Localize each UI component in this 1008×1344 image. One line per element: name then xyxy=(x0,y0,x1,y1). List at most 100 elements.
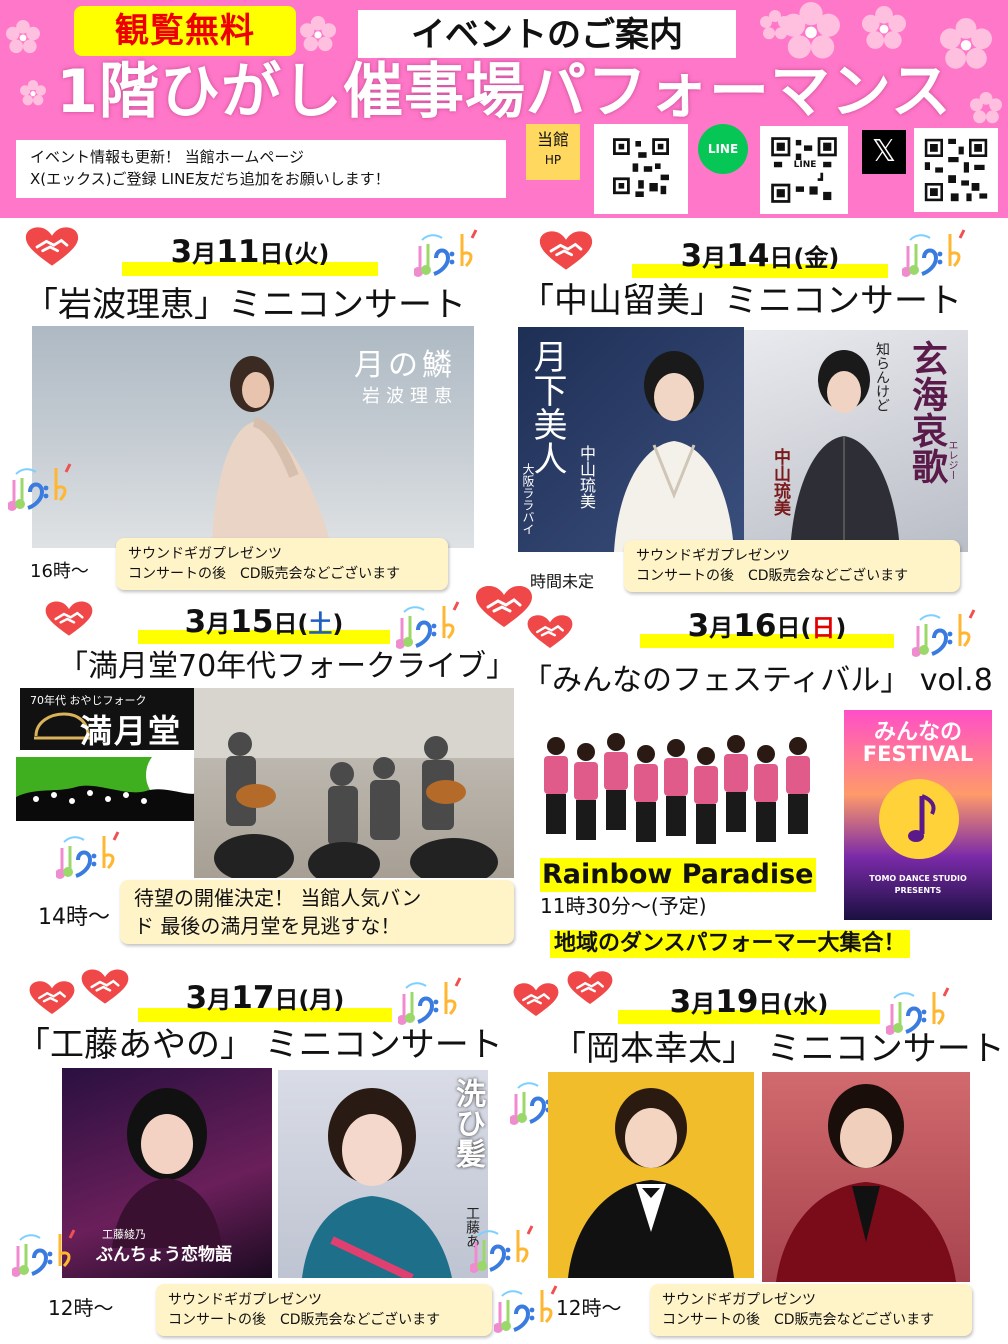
group-name: Rainbow Paradise xyxy=(540,858,816,892)
band-performers-illustration xyxy=(194,688,514,878)
event-time: 11時30分～(予定) xyxy=(540,894,707,918)
cover-artist: 岩波理恵 xyxy=(362,386,458,407)
cover-artist: 中山琉美 xyxy=(770,448,790,516)
note-line-1: サウンドギガプレゼンツ xyxy=(662,1292,816,1308)
poster-line-2: FESTIVAL xyxy=(862,742,974,766)
hp-badge-line2: HP xyxy=(544,153,562,167)
event-guide-label: イベントのご案内 xyxy=(358,10,736,58)
sakura-icon xyxy=(300,16,336,52)
event-note: 待望の開催決定！ 当館人気バン ド 最後の満月堂を見逃すな！ xyxy=(120,880,514,944)
event-time: 12時～ xyxy=(48,1296,114,1320)
free-admission-badge: 観覧無料 xyxy=(74,6,296,56)
singer-photo-tuxedo xyxy=(548,1072,754,1278)
singer-portrait xyxy=(112,1088,222,1248)
handshake-heart-icon xyxy=(80,968,130,1006)
handshake-heart-icon xyxy=(44,600,94,638)
event-title: 「みんなのフェスティバル」 vol.8 xyxy=(522,663,993,698)
note-line-2: コンサートの後 CD販売会などございます xyxy=(662,1312,935,1328)
cover-subtitle: 大阪ララバイ xyxy=(521,463,535,535)
moon-grass-illustration xyxy=(16,757,198,821)
homepage-badge: 当館 HP xyxy=(526,124,580,180)
header-banner: 観覧無料 イベントのご案内 1階ひがし催事場パフォーマンス イベント情報も更新！… xyxy=(0,0,1008,218)
event-time: 14時～ xyxy=(38,905,110,930)
note-line-1: サウンドギガプレゼンツ xyxy=(636,548,790,564)
music-note-sun-graphic xyxy=(879,779,959,859)
handshake-heart-icon xyxy=(512,982,560,1018)
sakura-icon xyxy=(862,6,906,49)
music-notes-icon xyxy=(902,226,972,282)
logo-big-text: 満月堂 xyxy=(80,712,183,750)
album-cover-buncho: 工藤綾乃 ぶんちょう恋物語 xyxy=(62,1068,272,1278)
x-qr-code[interactable] xyxy=(914,128,998,212)
line-app-icon[interactable]: LINE xyxy=(698,124,748,174)
event-note: サウンドギガプレゼンツ コンサートの後 CD販売会などございます xyxy=(156,1284,492,1336)
album-cover-photo: 月の鱗 岩波理恵 xyxy=(32,326,474,548)
dancers-illustration xyxy=(544,733,810,844)
event-date: 3月16日(日) xyxy=(687,608,847,644)
poster-footer-1: TOMO DANCE STUDIO xyxy=(869,874,967,883)
event-date: 3月19日(水) xyxy=(669,984,829,1020)
singer-portrait xyxy=(614,351,734,552)
note-line-2: ド 最後の満月堂を見逃すな！ xyxy=(134,914,401,938)
singer-portrait xyxy=(776,1084,956,1282)
album-cover-genkai-elegy: 玄海哀歌 エレジー 知らんけど 中山琉美 xyxy=(744,330,968,552)
handshake-heart-icon xyxy=(566,970,614,1006)
cover-title: ぶんちょう恋物語 xyxy=(96,1245,232,1265)
singer-photo-red-jacket xyxy=(762,1072,970,1282)
event-date: 3月11日(火) xyxy=(170,234,330,270)
info-line-1: イベント情報も更新！ 当館ホームページ xyxy=(30,148,305,166)
music-notes-icon xyxy=(414,226,484,282)
cover-title: 洗ひ髪 xyxy=(450,1078,485,1168)
note-line-2: コンサートの後 CD販売会などございます xyxy=(128,566,401,582)
note-line-2: コンサートの後 CD販売会などございます xyxy=(636,568,909,584)
homepage-qr-code[interactable] xyxy=(594,124,688,214)
event-time: 16時～ xyxy=(30,561,89,582)
handshake-heart-icon xyxy=(538,230,594,272)
event-date: 3月14日(金) xyxy=(680,238,840,274)
event-title: 「中山留美」ミニコンサート xyxy=(520,281,962,321)
event-date: 3月17日(月) xyxy=(185,980,345,1016)
event-tagline: 地域のダンスパフォーマー大集合！ xyxy=(550,930,910,958)
music-notes-icon xyxy=(494,1282,564,1338)
note-line-1: サウンドギガプレゼンツ xyxy=(128,546,282,562)
festival-poster: みんなの FESTIVAL TOMO DANCE STUDIO PRESENTS xyxy=(844,710,992,920)
note-line-1: サウンドギガプレゼンツ xyxy=(168,1292,322,1308)
music-notes-icon xyxy=(398,974,468,1030)
music-notes-icon xyxy=(470,1222,540,1278)
hp-badge-line1: 当館 xyxy=(536,130,569,149)
cover-subtitle: 知らんけど xyxy=(874,342,890,412)
music-notes-icon xyxy=(8,460,78,516)
singer-silhouette xyxy=(212,356,332,548)
album-cover-araigami: 洗ひ髪 工藤あ xyxy=(278,1070,488,1278)
event-time: 時間未定 xyxy=(530,572,595,591)
line-qr-label: LINE xyxy=(790,160,820,170)
note-line-2: コンサートの後 CD販売会などございます xyxy=(168,1312,441,1328)
note-line-1: 待望の開催決定！ 当館人気バン xyxy=(134,886,422,910)
page-title: 1階ひがし催事場パフォーマンス xyxy=(56,57,952,127)
cover-title: 月下美人 xyxy=(527,339,567,475)
handshake-heart-icon xyxy=(474,584,534,630)
music-notes-icon xyxy=(12,1226,82,1282)
singer-portrait xyxy=(568,1088,734,1278)
cover-ruby: エレジー xyxy=(946,440,957,480)
cover-artist: 中山琉美 xyxy=(577,445,596,509)
event-title: 「満月堂70年代フォークライブ」 xyxy=(58,649,517,684)
event-title: 「工藤あやの」 ミニコンサート xyxy=(16,1025,503,1065)
poster-footer-2: PRESENTS xyxy=(894,886,942,895)
handshake-heart-icon xyxy=(526,614,574,650)
event-title: 「岩波理恵」ミニコンサート xyxy=(24,285,466,325)
event-time: 12時～ xyxy=(556,1296,622,1320)
band-live-photo xyxy=(194,688,514,878)
sakura-icon xyxy=(6,20,40,54)
info-notice: イベント情報も更新！ 当館ホームページ X(エックス)ご登録 LINE友だち追加… xyxy=(16,140,506,198)
music-notes-icon xyxy=(56,828,126,884)
full-moon-graphic xyxy=(16,757,198,821)
info-line-2: X(エックス)ご登録 LINE友だち追加をお願いします！ xyxy=(30,170,390,188)
event-title: 「岡本幸太」 ミニコンサート xyxy=(552,1029,1005,1069)
handshake-heart-icon xyxy=(24,226,80,268)
cover-title: 玄海哀歌 xyxy=(906,340,948,484)
cover-title: 月の鱗 xyxy=(354,348,456,383)
line-qr-code[interactable] xyxy=(760,126,848,214)
singer-portrait xyxy=(302,1088,452,1278)
x-social-icon[interactable]: 𝕏 xyxy=(862,130,906,174)
